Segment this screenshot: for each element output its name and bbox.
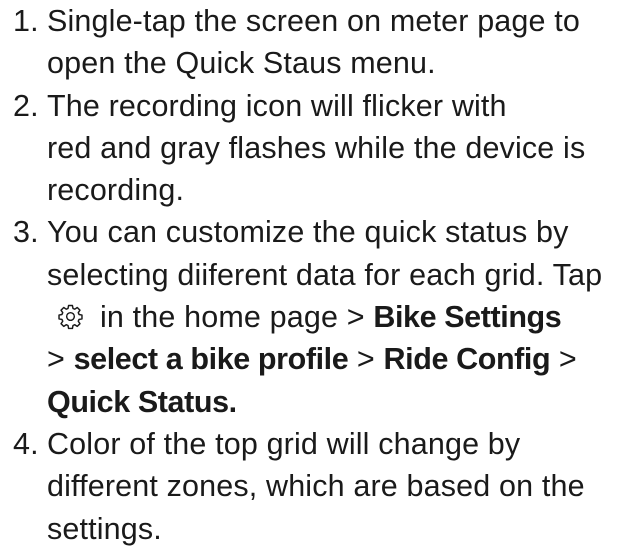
step-line: open the Quick Staus menu.: [47, 46, 436, 81]
step-number: 1.: [13, 4, 39, 38]
step-line: settings.: [47, 511, 162, 546]
step-4: 4. Color of the top grid will change by …: [0, 423, 635, 550]
step-text: Color of the top grid will change by dif…: [47, 423, 635, 550]
quick-status-label: Quick Status.: [47, 384, 237, 419]
step-line: Single-tap the screen on meter page to: [47, 4, 581, 38]
step-2: 2. The recording icon will flicker with …: [0, 85, 635, 212]
step-line: in the home page > Bike Settings: [47, 296, 635, 338]
step-text: Single-tap the screen on meter page to o…: [47, 0, 635, 85]
step-3-separator: >: [550, 342, 577, 377]
step-number: 4.: [13, 426, 39, 461]
step-line: Quick Status.: [47, 381, 635, 423]
step-1: 1. Single-tap the screen on meter page t…: [0, 0, 635, 85]
step-line: The recording icon will flicker with: [47, 88, 507, 123]
step-line: recording.: [47, 173, 185, 208]
step-line: You can customize the quick status by: [47, 215, 569, 250]
step-line: Color of the top grid will change by: [47, 426, 521, 461]
step-line: different zones, which are based on the: [47, 469, 585, 504]
select-bike-profile-label: select a bike profile: [73, 342, 349, 377]
step-number: 2.: [13, 88, 39, 123]
step-3-separator: >: [348, 342, 384, 377]
instruction-list: 1. Single-tap the screen on meter page t…: [0, 0, 635, 550]
step-3-separator: >: [47, 342, 74, 377]
ride-config-label: Ride Config: [383, 342, 551, 377]
step-line: selecting diiferent data for each grid. …: [47, 257, 603, 292]
step-number: 3.: [13, 215, 39, 250]
step-text: You can customize the quick status by se…: [47, 211, 635, 422]
step-text: The recording icon will flicker with red…: [47, 85, 635, 212]
step-line: > select a bike profile > Ride Config >: [47, 338, 635, 380]
bike-settings-label: Bike Settings: [373, 300, 562, 335]
step-3-home-page-text: in the home page >: [100, 300, 374, 335]
gear-icon: [57, 299, 84, 330]
step-3: 3. You can customize the quick status by…: [0, 211, 635, 422]
step-line: red and gray flashes while the device is: [47, 130, 586, 165]
